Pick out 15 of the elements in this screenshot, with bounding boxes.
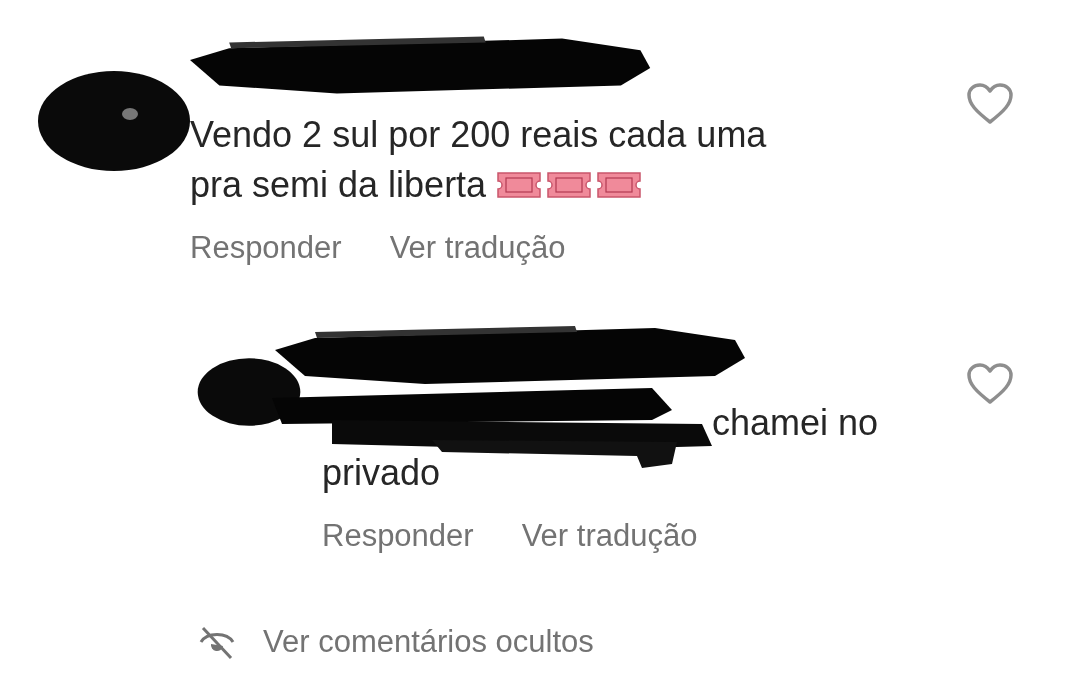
comment-action-link[interactable]: Ver tradução (389, 230, 566, 266)
comment-text: Vendo 2 sul por 200 reais cada uma (190, 113, 767, 157)
ticket-icon (496, 171, 543, 199)
hidden-comments-link[interactable]: Ver comentários ocultos (263, 624, 594, 660)
comment-action-link[interactable]: Responder (190, 230, 342, 266)
heart-icon[interactable] (966, 362, 1014, 406)
comment-text: pra semi da liberta (190, 163, 487, 207)
comment-text: chamei no (712, 401, 879, 445)
comment-text: privado (322, 451, 441, 495)
ticket-icon (596, 171, 643, 199)
heart-icon[interactable] (966, 82, 1014, 126)
ticket-icon (546, 171, 593, 199)
hidden-eye-icon[interactable] (197, 624, 237, 660)
comment-action-link[interactable]: Responder (322, 518, 474, 554)
comment-action-link[interactable]: Ver tradução (521, 518, 698, 554)
